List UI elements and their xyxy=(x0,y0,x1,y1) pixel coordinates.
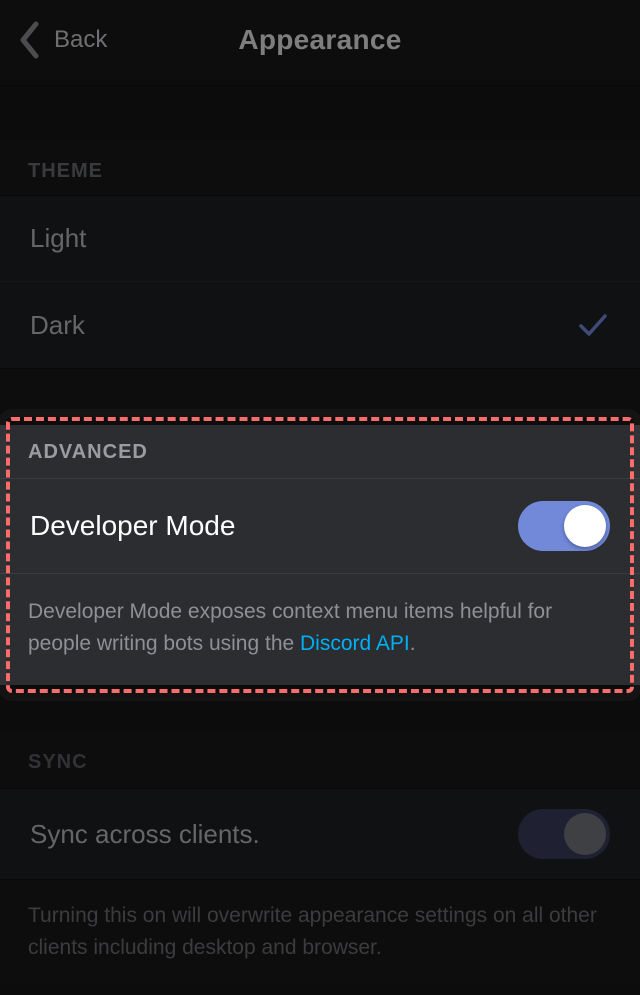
advanced-section-header: ADVANCED xyxy=(0,425,640,478)
theme-option-dark[interactable]: Dark xyxy=(0,282,640,368)
developer-mode-row[interactable]: Developer Mode xyxy=(0,478,640,574)
check-icon xyxy=(576,308,610,342)
developer-mode-toggle[interactable] xyxy=(518,501,610,551)
advanced-section: ADVANCED Developer Mode Developer Mode e… xyxy=(0,425,640,685)
spacer xyxy=(0,86,640,142)
toggle-knob xyxy=(564,813,606,855)
developer-mode-label: Developer Mode xyxy=(30,510,235,542)
desc-text-suffix: . xyxy=(410,632,416,655)
sync-row[interactable]: Sync across clients. xyxy=(0,788,640,880)
discord-api-link[interactable]: Discord API xyxy=(300,632,410,655)
back-label: Back xyxy=(54,26,107,54)
developer-mode-description: Developer Mode exposes context menu item… xyxy=(0,574,640,685)
sync-description: Turning this on will overwrite appearanc… xyxy=(0,880,640,983)
settings-header: Back Appearance xyxy=(0,0,640,86)
theme-section-header: THEME xyxy=(0,142,640,195)
spacer xyxy=(0,369,640,425)
theme-option-label: Light xyxy=(30,223,86,254)
theme-list: Light Dark xyxy=(0,195,640,369)
sync-toggle[interactable] xyxy=(518,809,610,859)
sync-label: Sync across clients. xyxy=(30,819,260,850)
desc-text: Developer Mode exposes context menu item… xyxy=(28,600,552,655)
theme-option-label: Dark xyxy=(30,310,85,341)
sync-section: SYNC Sync across clients. Turning this o… xyxy=(0,733,640,983)
chevron-left-icon xyxy=(18,20,40,60)
theme-option-light[interactable]: Light xyxy=(0,196,640,282)
toggle-knob xyxy=(564,505,606,547)
page-title: Appearance xyxy=(238,24,401,56)
back-button[interactable]: Back xyxy=(18,20,107,60)
sync-section-header: SYNC xyxy=(0,733,640,788)
